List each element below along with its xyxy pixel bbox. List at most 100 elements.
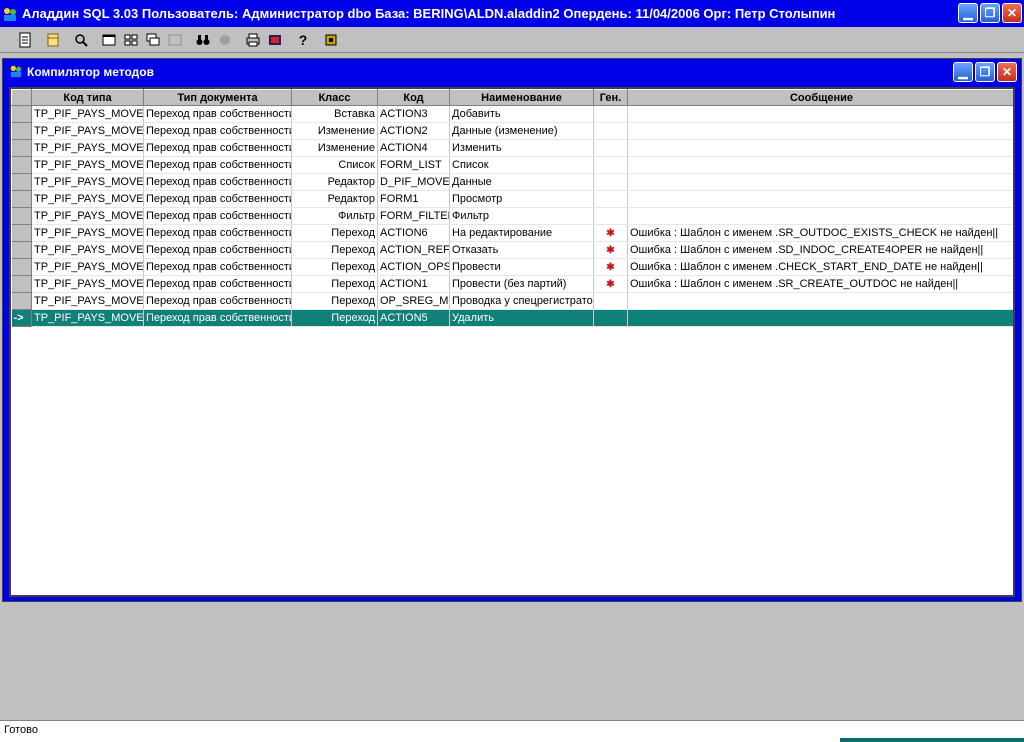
cell-name[interactable]: Добавить bbox=[449, 105, 594, 123]
cascade-icon[interactable] bbox=[142, 29, 164, 51]
cell-gen[interactable]: ✱ bbox=[593, 275, 628, 293]
child-restore-button[interactable]: ❐ bbox=[975, 62, 995, 82]
close-button[interactable]: ✕ bbox=[1002, 3, 1022, 23]
cell-code[interactable]: FORM_LIST bbox=[377, 156, 450, 174]
cell-name[interactable]: Проводка у спецрегистратора bbox=[449, 292, 594, 310]
cell-class[interactable]: Переход bbox=[291, 224, 378, 242]
cell-gen[interactable]: ✱ bbox=[593, 224, 628, 242]
table-row[interactable]: TP_PIF_PAYS_MOVES Переход прав собственно… bbox=[11, 122, 1013, 140]
row-indicator[interactable] bbox=[11, 139, 32, 157]
table-row[interactable]: TP_PIF_PAYS_MOVES Переход прав собственно… bbox=[11, 207, 1013, 225]
cell-message[interactable] bbox=[627, 207, 1013, 225]
cell-doc-type[interactable]: Переход прав собственности bbox=[143, 292, 292, 310]
cell-name[interactable]: Изменить bbox=[449, 139, 594, 157]
cell-gen[interactable]: ✱ bbox=[593, 258, 628, 276]
cell-class[interactable]: Список bbox=[291, 156, 378, 174]
cell-type-code[interactable]: TP_PIF_PAYS_MOVES bbox=[31, 139, 144, 157]
restore-button[interactable]: ❐ bbox=[980, 3, 1000, 23]
cell-gen[interactable] bbox=[593, 309, 628, 327]
cell-code[interactable]: ACTION2 bbox=[377, 122, 450, 140]
cell-type-code[interactable]: TP_PIF_PAYS_MOVES bbox=[31, 190, 144, 208]
row-indicator[interactable] bbox=[11, 156, 32, 174]
table-row[interactable]: TP_PIF_PAYS_MOVES Переход прав собственно… bbox=[11, 173, 1013, 191]
row-indicator[interactable] bbox=[11, 275, 32, 293]
row-indicator[interactable] bbox=[11, 190, 32, 208]
child-minimize-button[interactable]: ▁ bbox=[953, 62, 973, 82]
cell-gen[interactable] bbox=[593, 173, 628, 191]
table-row[interactable]: TP_PIF_PAYS_MOVES Переход прав собственно… bbox=[11, 224, 1013, 242]
window-icon[interactable] bbox=[98, 29, 120, 51]
header-message[interactable]: Сообщение bbox=[627, 89, 1013, 106]
cell-message[interactable] bbox=[627, 309, 1013, 327]
cell-type-code[interactable]: TP_PIF_PAYS_MOVES bbox=[31, 292, 144, 310]
help-icon[interactable]: ? bbox=[292, 29, 314, 51]
cell-doc-type[interactable]: Переход прав собственности bbox=[143, 190, 292, 208]
cell-message[interactable] bbox=[627, 139, 1013, 157]
row-indicator[interactable] bbox=[11, 258, 32, 276]
cell-class[interactable]: Редактор bbox=[291, 190, 378, 208]
cell-type-code[interactable]: TP_PIF_PAYS_MOVES bbox=[31, 241, 144, 259]
cell-doc-type[interactable]: Переход прав собственности bbox=[143, 105, 292, 123]
tile-icon[interactable] bbox=[120, 29, 142, 51]
cell-class[interactable]: Переход bbox=[291, 309, 378, 327]
row-indicator[interactable] bbox=[11, 241, 32, 259]
cell-class[interactable]: Переход bbox=[291, 292, 378, 310]
cell-gen[interactable] bbox=[593, 139, 628, 157]
table-row[interactable]: TP_PIF_PAYS_MOVES Переход прав собственно… bbox=[11, 258, 1013, 276]
cell-gen[interactable] bbox=[593, 190, 628, 208]
cell-type-code[interactable]: TP_PIF_PAYS_MOVES bbox=[31, 275, 144, 293]
cell-name[interactable]: Фильтр bbox=[449, 207, 594, 225]
cell-code[interactable]: D_PIF_MOVES bbox=[377, 173, 450, 191]
cell-doc-type[interactable]: Переход прав собственности bbox=[143, 258, 292, 276]
cell-gen[interactable] bbox=[593, 105, 628, 123]
cell-class[interactable]: Изменение bbox=[291, 122, 378, 140]
header-code[interactable]: Код bbox=[377, 89, 450, 106]
database-icon[interactable] bbox=[42, 29, 64, 51]
cell-type-code[interactable]: TP_PIF_PAYS_MOVES bbox=[31, 105, 144, 123]
table-row[interactable]: TP_PIF_PAYS_MOVES Переход прав собственно… bbox=[11, 190, 1013, 208]
cell-gen[interactable]: ✱ bbox=[593, 241, 628, 259]
cell-name[interactable]: Данные bbox=[449, 173, 594, 191]
cell-doc-type[interactable]: Переход прав собственности bbox=[143, 224, 292, 242]
cell-message[interactable]: Ошибка : Шаблон с именем .SR_CREATE_OUTD… bbox=[627, 275, 1013, 293]
cell-class[interactable]: Переход bbox=[291, 258, 378, 276]
cell-code[interactable]: ACTION6 bbox=[377, 224, 450, 242]
cell-code[interactable]: ACTION_OPS bbox=[377, 258, 450, 276]
cell-class[interactable]: Фильтр bbox=[291, 207, 378, 225]
cell-gen[interactable] bbox=[593, 292, 628, 310]
row-indicator[interactable] bbox=[11, 122, 32, 140]
cell-name[interactable]: Данные (изменение) bbox=[449, 122, 594, 140]
child-close-button[interactable]: ✕ bbox=[997, 62, 1017, 82]
cell-message[interactable] bbox=[627, 190, 1013, 208]
table-row[interactable]: TP_PIF_PAYS_MOVES Переход прав собственно… bbox=[11, 105, 1013, 123]
table-row[interactable]: TP_PIF_PAYS_MOVES Переход прав собственно… bbox=[11, 292, 1013, 310]
row-indicator[interactable] bbox=[11, 224, 32, 242]
cell-message[interactable] bbox=[627, 292, 1013, 310]
cell-gen[interactable] bbox=[593, 122, 628, 140]
cell-code[interactable]: ACTION4 bbox=[377, 139, 450, 157]
cell-name[interactable]: Провести (без партий) bbox=[449, 275, 594, 293]
cell-name[interactable]: Просмотр bbox=[449, 190, 594, 208]
cell-message[interactable]: Ошибка : Шаблон с именем .SD_INDOC_CREAT… bbox=[627, 241, 1013, 259]
search-tool-icon[interactable] bbox=[70, 29, 92, 51]
cell-message[interactable] bbox=[627, 105, 1013, 123]
binoculars-icon[interactable] bbox=[192, 29, 214, 51]
document-icon[interactable] bbox=[14, 29, 36, 51]
row-indicator[interactable] bbox=[11, 292, 32, 310]
cell-doc-type[interactable]: Переход прав собственности bbox=[143, 241, 292, 259]
row-indicator[interactable] bbox=[11, 173, 32, 191]
cell-class[interactable]: Переход bbox=[291, 275, 378, 293]
exit-icon[interactable] bbox=[320, 29, 342, 51]
methods-grid[interactable]: Код типа Тип документа Класс Код Наимено… bbox=[9, 87, 1015, 597]
cell-message[interactable] bbox=[627, 122, 1013, 140]
cell-type-code[interactable]: TP_PIF_PAYS_MOVES bbox=[31, 258, 144, 276]
table-row[interactable]: TP_PIF_PAYS_MOVES Переход прав собственно… bbox=[11, 275, 1013, 293]
cell-message[interactable] bbox=[627, 173, 1013, 191]
print-icon[interactable] bbox=[242, 29, 264, 51]
cell-gen[interactable] bbox=[593, 156, 628, 174]
cell-type-code[interactable]: TP_PIF_PAYS_MOVES bbox=[31, 309, 144, 327]
header-name[interactable]: Наименование bbox=[449, 89, 594, 106]
cell-name[interactable]: Удалить bbox=[449, 309, 594, 327]
cell-doc-type[interactable]: Переход прав собственности bbox=[143, 275, 292, 293]
cell-type-code[interactable]: TP_PIF_PAYS_MOVES bbox=[31, 207, 144, 225]
